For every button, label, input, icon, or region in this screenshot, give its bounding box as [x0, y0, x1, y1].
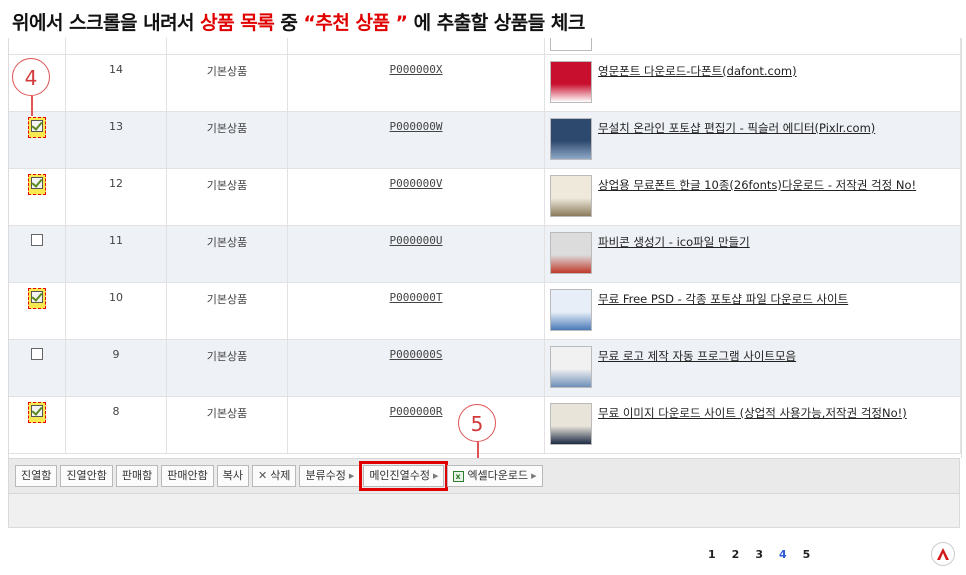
product-type: 기본상품 — [206, 122, 248, 135]
step-4-callout-line — [31, 96, 33, 116]
list-action-toolbar: 진열함 진열안함 판매함 판매안함 복사 ✕삭제 분류수정▶ 메인진열수정▶ 엑… — [8, 458, 960, 494]
product-type: 기본상품 — [206, 236, 248, 249]
product-thumbnail[interactable] — [550, 346, 592, 388]
instruction-heading: 위에서 스크롤을 내려서 상품 목록 중 “추천 상품 ” 에 추출할 상품들 … — [12, 8, 585, 35]
instruction-part-5: 에 추출할 상품들 체크 — [407, 12, 586, 34]
product-thumbnail[interactable] — [550, 118, 592, 160]
product-name-link[interactable]: 무료 로고 제작 자동 프로그램 사이트모음 — [598, 348, 796, 364]
row-number: 9 — [112, 348, 120, 361]
row-number: 14 — [109, 63, 123, 76]
instruction-highlight-recommended: “추천 상품 ” — [303, 12, 408, 34]
checkbox-highlight — [28, 402, 46, 423]
row-checkbox[interactable] — [31, 348, 43, 360]
row-checkbox[interactable] — [31, 291, 43, 303]
row-number: 8 — [112, 405, 120, 418]
row-number: 12 — [109, 177, 123, 190]
product-name-link[interactable]: 영문폰트 다운로드-다폰트(dafont.com) — [598, 63, 797, 79]
row-number: 11 — [109, 234, 123, 247]
product-thumbnail — [550, 38, 592, 51]
product-code-link[interactable]: P000000V — [288, 169, 544, 190]
list-footer-bar — [8, 494, 960, 528]
triangle-right-icon: ▶ — [348, 472, 355, 480]
brand-logo — [931, 542, 955, 566]
row-number: 13 — [109, 120, 123, 133]
step-5-callout: 5 — [458, 404, 496, 442]
page-link[interactable]: 2 — [732, 548, 740, 561]
pagination: 1 2 3 4 5 — [708, 548, 810, 561]
product-list-table: 14 기본상품 P000000X 영문폰트 다운로드-다폰트(dafont.com) 1… — [8, 38, 962, 458]
copy-button[interactable]: 복사 — [216, 465, 249, 487]
row-checkbox[interactable] — [31, 120, 43, 132]
product-code-link[interactable]: P000000S — [288, 340, 544, 361]
product-name-link[interactable]: 무설치 온라인 포토샵 편집기 - 픽슬러 에디터(Pixlr.com) — [598, 120, 875, 136]
excel-icon — [453, 469, 465, 485]
table-row: 11 기본상품 P000000U 파비콘 생성기 - ico파일 만들기 — [9, 225, 961, 283]
category-edit-button[interactable]: 분류수정 ▶ — [299, 465, 361, 487]
no-sell-button[interactable]: 판매안함 — [161, 465, 214, 487]
product-code-link[interactable]: P000000T — [288, 283, 544, 304]
sell-button[interactable]: 판매함 — [115, 465, 159, 487]
page-link[interactable]: 4 — [779, 548, 787, 561]
product-thumbnail[interactable] — [550, 61, 592, 103]
product-type: 기본상품 — [206, 179, 248, 192]
row-number: 10 — [109, 291, 123, 304]
table-row: 14 기본상품 P000000X 영문폰트 다운로드-다폰트(dafont.com) — [9, 54, 961, 112]
page-link[interactable]: 5 — [803, 548, 811, 561]
product-code-link[interactable]: P000000W — [288, 112, 544, 133]
table-row: 9 기본상품 P000000S 무료 로고 제작 자동 프로그램 사이트모음 — [9, 339, 961, 397]
row-checkbox[interactable] — [31, 405, 43, 417]
instruction-highlight-product-list: 상품 목록 — [200, 12, 275, 34]
product-type: 기본상품 — [206, 293, 248, 306]
product-code-link[interactable]: P000000X — [288, 55, 544, 76]
product-type: 기본상품 — [206, 407, 248, 420]
checkbox-highlight — [28, 288, 46, 309]
table-row: 10 기본상품 P000000T 무료 Free PSD - 각종 포토샵 파일 다운… — [9, 282, 961, 340]
product-type: 기본상품 — [206, 350, 248, 363]
delete-button[interactable]: ✕ 삭제 — [251, 465, 297, 487]
product-thumbnail[interactable] — [550, 403, 592, 445]
product-type: 기본상품 — [206, 65, 248, 78]
product-code-link[interactable]: P000000U — [288, 226, 544, 247]
close-icon: ✕ — [257, 469, 268, 482]
checkbox-highlight — [28, 117, 46, 138]
logo-a-icon — [937, 548, 949, 560]
page-link[interactable]: 1 — [708, 548, 716, 561]
product-thumbnail[interactable] — [550, 289, 592, 331]
product-grid: 14 기본상품 P000000X 영문폰트 다운로드-다폰트(dafont.com) 1… — [9, 38, 961, 454]
product-thumbnail[interactable] — [550, 232, 592, 274]
step-4-callout: 4 — [12, 58, 50, 96]
row-checkbox[interactable] — [31, 234, 43, 246]
row-checkbox[interactable] — [31, 177, 43, 189]
excel-download-button[interactable]: 엑셀다운로드▶ — [447, 465, 543, 487]
instruction-part-1: 위에서 스크롤을 내려서 — [12, 12, 201, 34]
product-name-link[interactable]: 무료 이미지 다운로드 사이트 (상업적 사용가능,저작권 걱정No!) — [598, 405, 907, 421]
display-button[interactable]: 진열함 — [15, 465, 58, 487]
checkbox-highlight — [28, 174, 46, 195]
no-display-button[interactable]: 진열안함 — [60, 465, 113, 487]
table-row: 13 기본상품 P000000W 무설치 온라인 포토샵 편집기 - 픽슬러 에디터(… — [9, 111, 961, 169]
product-name-link[interactable]: 파비콘 생성기 - ico파일 만들기 — [598, 234, 750, 250]
page-link[interactable]: 3 — [755, 548, 763, 561]
instruction-part-3: 중 — [274, 12, 304, 34]
product-name-link[interactable]: 상업용 무료폰트 한글 10종(26fonts)다운로드 - 저작권 걱정 No… — [598, 177, 916, 193]
triangle-right-icon: ▶ — [433, 472, 439, 480]
product-name-link[interactable]: 무료 Free PSD - 각종 포토샵 파일 다운로드 사이트 — [598, 291, 848, 307]
main-display-edit-button[interactable]: 메인진열수정 ▶ — [359, 461, 449, 491]
table-row-partial — [9, 38, 961, 55]
triangle-right-icon: ▶ — [531, 472, 537, 480]
product-code-link[interactable]: P000000R — [288, 397, 544, 418]
table-row: 12 기본상품 P000000V 상업용 무료폰트 한글 10종(26fonts)다운… — [9, 168, 961, 226]
product-thumbnail[interactable] — [550, 175, 592, 217]
